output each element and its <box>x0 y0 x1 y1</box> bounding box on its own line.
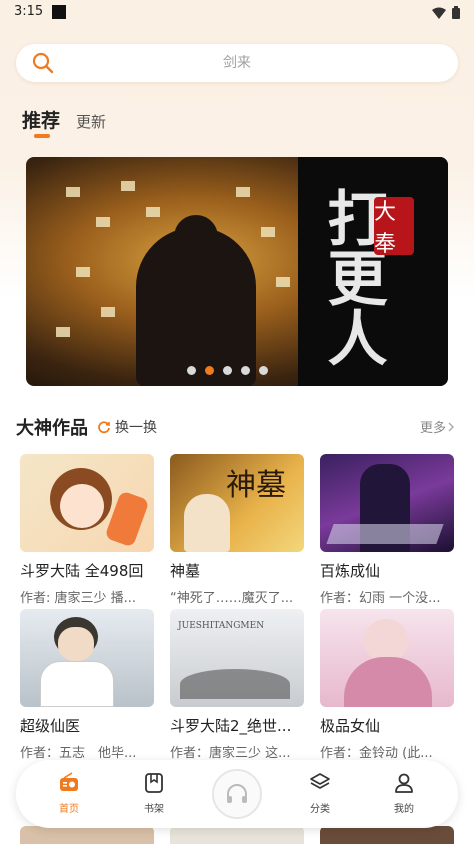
book-cover-partial <box>170 826 304 844</box>
pagination-dot[interactable] <box>187 366 196 375</box>
section-title: 大神作品 <box>16 418 88 439</box>
nav-player-button[interactable] <box>212 769 262 819</box>
book-desc: 作者：金铃动 (此... <box>320 746 433 761</box>
banner-figure-head <box>174 215 218 267</box>
book-title: 百炼成仙 <box>320 562 381 580</box>
nav-home-label: 首页 <box>59 804 79 815</box>
nav-profile-label: 我的 <box>394 804 414 815</box>
pagination-dot[interactable] <box>223 366 232 375</box>
nav-profile[interactable]: 我的 <box>374 772 434 815</box>
book-cover <box>320 609 454 707</box>
pagination-dot-active[interactable] <box>205 366 214 375</box>
banner-decoration <box>76 267 90 277</box>
status-time: 3:15 <box>14 4 44 19</box>
cover-art <box>58 627 94 661</box>
chevron-right-icon <box>448 422 454 431</box>
battery-icon <box>452 6 460 19</box>
banner-decoration <box>101 307 115 317</box>
book-title: 斗罗大陆2_绝世... <box>170 717 292 735</box>
book-cover: JUESHITANGMEN <box>170 609 304 707</box>
book-cover <box>20 454 154 552</box>
book-card[interactable]: JUESHITANGMEN 斗罗大陆2_绝世... 作者：唐家三少 这... <box>170 609 306 761</box>
bookmark-icon <box>145 773 163 793</box>
cover-art <box>180 669 290 699</box>
banner-decoration <box>236 187 250 197</box>
banner-pagination <box>187 366 268 375</box>
banner-decoration <box>146 207 160 217</box>
more-link[interactable]: 更多 <box>420 417 456 436</box>
headphones-icon <box>227 784 247 803</box>
tab-updates[interactable]: 更新 <box>76 111 106 133</box>
book-card[interactable]: 斗罗大陆 全498回 作者: 唐家三少 播... <box>20 454 156 606</box>
featured-banner[interactable]: 打更人 大奉 <box>26 157 448 386</box>
banner-decoration <box>276 277 290 287</box>
status-icons <box>432 6 460 19</box>
book-cover <box>20 609 154 707</box>
cover-art <box>60 484 104 528</box>
book-desc: 作者：幻雨 一个没... <box>320 591 441 606</box>
book-desc: 作者: 唐家三少 播... <box>20 591 137 606</box>
banner-decoration <box>66 187 80 197</box>
book-card[interactable]: 超级仙医 作者：五志 他毕... <box>20 609 156 761</box>
cover-title: 神墓 <box>226 468 286 503</box>
tab-bar: 推荐 更新 <box>22 106 106 138</box>
book-desc: 作者：五志 他毕... <box>20 746 137 761</box>
book-card[interactable]: 神墓 神墓 “神死了……魔灭了... <box>170 454 306 606</box>
cover-art <box>326 524 444 544</box>
search-input[interactable] <box>16 55 458 71</box>
banner-decoration <box>261 227 275 237</box>
book-cover: 神墓 <box>170 454 304 552</box>
book-title: 斗罗大陆 全498回 <box>20 562 144 580</box>
refresh-label: 换一换 <box>115 420 157 436</box>
book-title: 极品女仙 <box>320 717 381 735</box>
notification-icon <box>52 5 66 19</box>
book-card[interactable]: 百炼成仙 作者：幻雨 一个没... <box>320 454 456 606</box>
cover-subtitle: JUESHITANGMEN <box>178 621 265 631</box>
refresh-button[interactable]: 换一换 <box>97 417 157 437</box>
nav-home[interactable]: 首页 <box>39 772 99 815</box>
tab-active-indicator <box>34 134 50 138</box>
banner-seal: 大奉 <box>374 197 414 257</box>
nav-bookshelf-label: 书架 <box>144 804 164 815</box>
pagination-dot[interactable] <box>259 366 268 375</box>
status-bar: 3:15 <box>0 0 474 26</box>
book-title: 超级仙医 <box>20 717 81 735</box>
radio-icon <box>60 772 78 791</box>
nav-category[interactable]: 分类 <box>290 772 350 815</box>
book-desc: 作者：唐家三少 这... <box>170 746 291 761</box>
pagination-dot[interactable] <box>241 366 250 375</box>
nav-category-label: 分类 <box>310 804 330 815</box>
book-title: 神墓 <box>170 562 201 580</box>
search-icon <box>32 52 54 74</box>
cover-art <box>184 494 230 552</box>
book-cover-partial <box>320 826 454 844</box>
wifi-icon <box>432 7 446 19</box>
tab-recommend-label: 推荐 <box>22 110 61 132</box>
bottom-nav: 首页 书架 分类 我的 <box>16 760 458 828</box>
book-card[interactable]: 极品女仙 作者：金铃动 (此... <box>320 609 456 761</box>
more-label: 更多 <box>419 421 446 436</box>
search-bar[interactable] <box>16 44 458 82</box>
tab-recommend[interactable]: 推荐 <box>22 106 61 138</box>
user-icon <box>395 773 413 793</box>
book-desc: “神死了……魔灭了... <box>170 591 294 606</box>
book-cover <box>320 454 454 552</box>
layers-icon <box>310 773 330 789</box>
banner-decoration <box>121 181 135 191</box>
book-cover-partial <box>20 826 154 844</box>
cover-art <box>344 657 432 707</box>
tab-updates-label: 更新 <box>76 113 107 131</box>
banner-decoration <box>56 327 70 337</box>
banner-decoration <box>96 217 110 227</box>
cover-art <box>40 661 114 707</box>
nav-bookshelf[interactable]: 书架 <box>124 772 184 815</box>
refresh-icon <box>98 421 110 434</box>
